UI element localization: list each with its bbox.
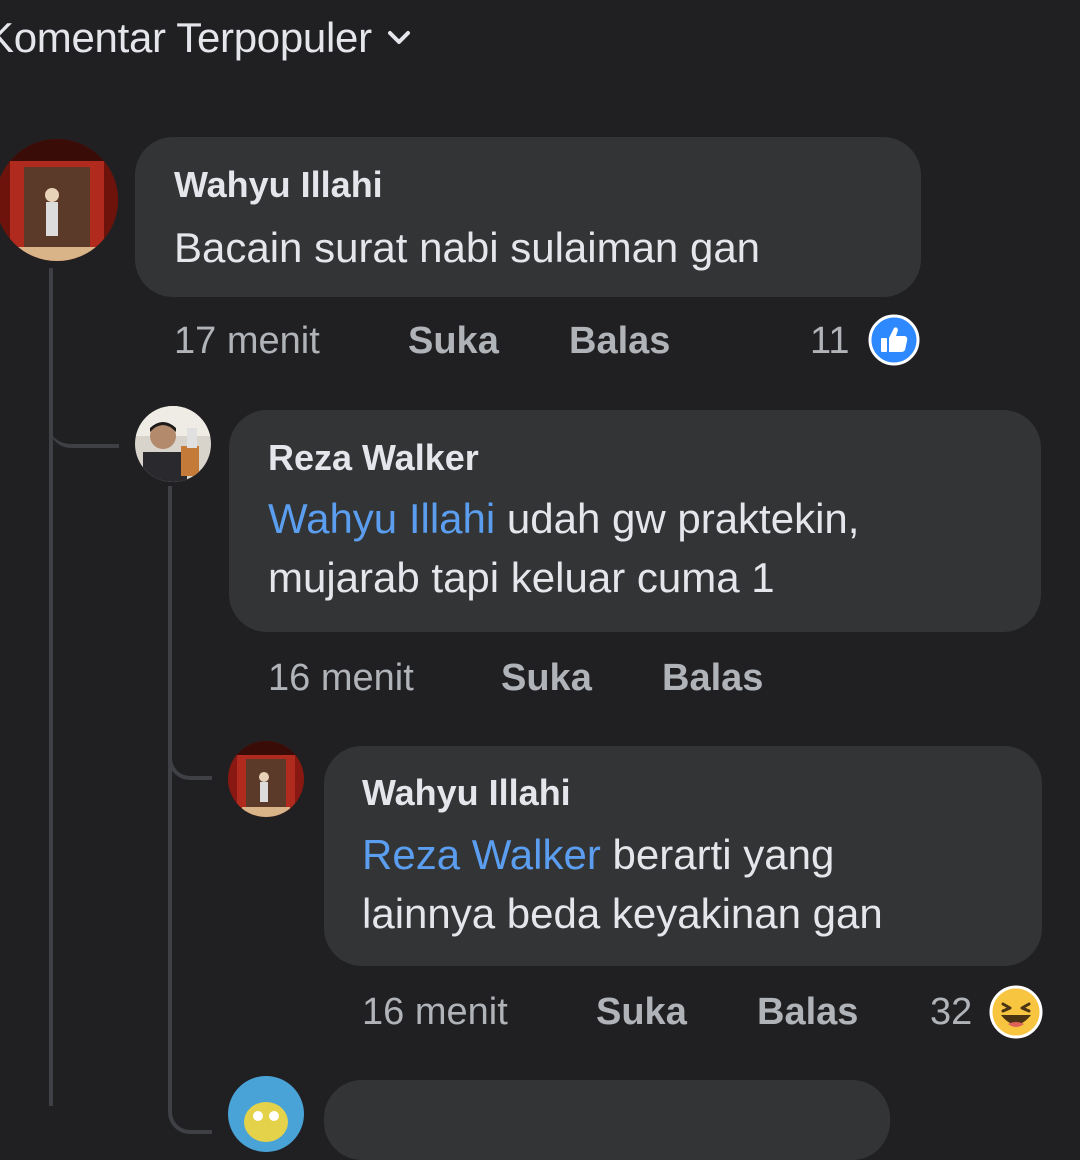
comment-author[interactable]: Reza Walker bbox=[268, 437, 479, 479]
comment-timestamp[interactable]: 16 menit bbox=[268, 657, 414, 700]
comment-author[interactable]: Wahyu Illahi bbox=[174, 164, 383, 206]
avatar[interactable] bbox=[135, 406, 211, 482]
comment-text-line1: berarti yang bbox=[600, 831, 835, 878]
comment-bubble[interactable] bbox=[324, 1080, 890, 1160]
haha-icon bbox=[989, 985, 1043, 1039]
thread-connector-reply-1 bbox=[49, 380, 119, 448]
comment-timestamp[interactable]: 16 menit bbox=[362, 991, 508, 1034]
avatar[interactable] bbox=[228, 741, 304, 817]
sort-dropdown[interactable]: Komentar Terpopuler bbox=[0, 14, 412, 62]
comment-timestamp[interactable]: 17 menit bbox=[174, 320, 320, 363]
like-button[interactable]: Suka bbox=[501, 657, 592, 700]
reply-button[interactable]: Balas bbox=[662, 657, 763, 700]
avatar[interactable] bbox=[228, 1076, 304, 1152]
mention-link[interactable]: Reza Walker bbox=[362, 831, 601, 878]
comment-text: Reza Walker berarti yang lainnya beda ke… bbox=[362, 825, 883, 943]
thread-connector-reply-3 bbox=[168, 1050, 212, 1134]
comment-text: Bacain surat nabi sulaiman gan bbox=[174, 224, 761, 271]
like-button[interactable]: Suka bbox=[408, 320, 499, 363]
like-button[interactable]: Suka bbox=[596, 991, 687, 1034]
comment-text: Wahyu Illahi udah gw praktekin, mujarab … bbox=[268, 489, 859, 607]
thread-line-reply bbox=[168, 486, 172, 1106]
reaction-count[interactable]: 11 bbox=[810, 320, 849, 363]
reply-button[interactable]: Balas bbox=[757, 991, 858, 1034]
avatar[interactable] bbox=[0, 139, 118, 261]
like-icon bbox=[868, 314, 920, 366]
thread-connector-reply-2 bbox=[168, 730, 212, 780]
chevron-down-icon bbox=[387, 31, 410, 44]
mention-link[interactable]: Wahyu Illahi bbox=[268, 495, 495, 542]
comment-text-line2: lainnya beda keyakinan gan bbox=[362, 890, 883, 937]
comment-author[interactable]: Wahyu Illahi bbox=[362, 772, 571, 814]
comment-text-line1: udah gw praktekin, bbox=[495, 495, 860, 542]
reaction-count[interactable]: 32 bbox=[930, 991, 972, 1034]
comment-text-line2: mujarab tapi keluar cuma 1 bbox=[268, 554, 775, 601]
sort-label: Komentar Terpopuler bbox=[0, 14, 372, 61]
reply-button[interactable]: Balas bbox=[569, 320, 670, 363]
